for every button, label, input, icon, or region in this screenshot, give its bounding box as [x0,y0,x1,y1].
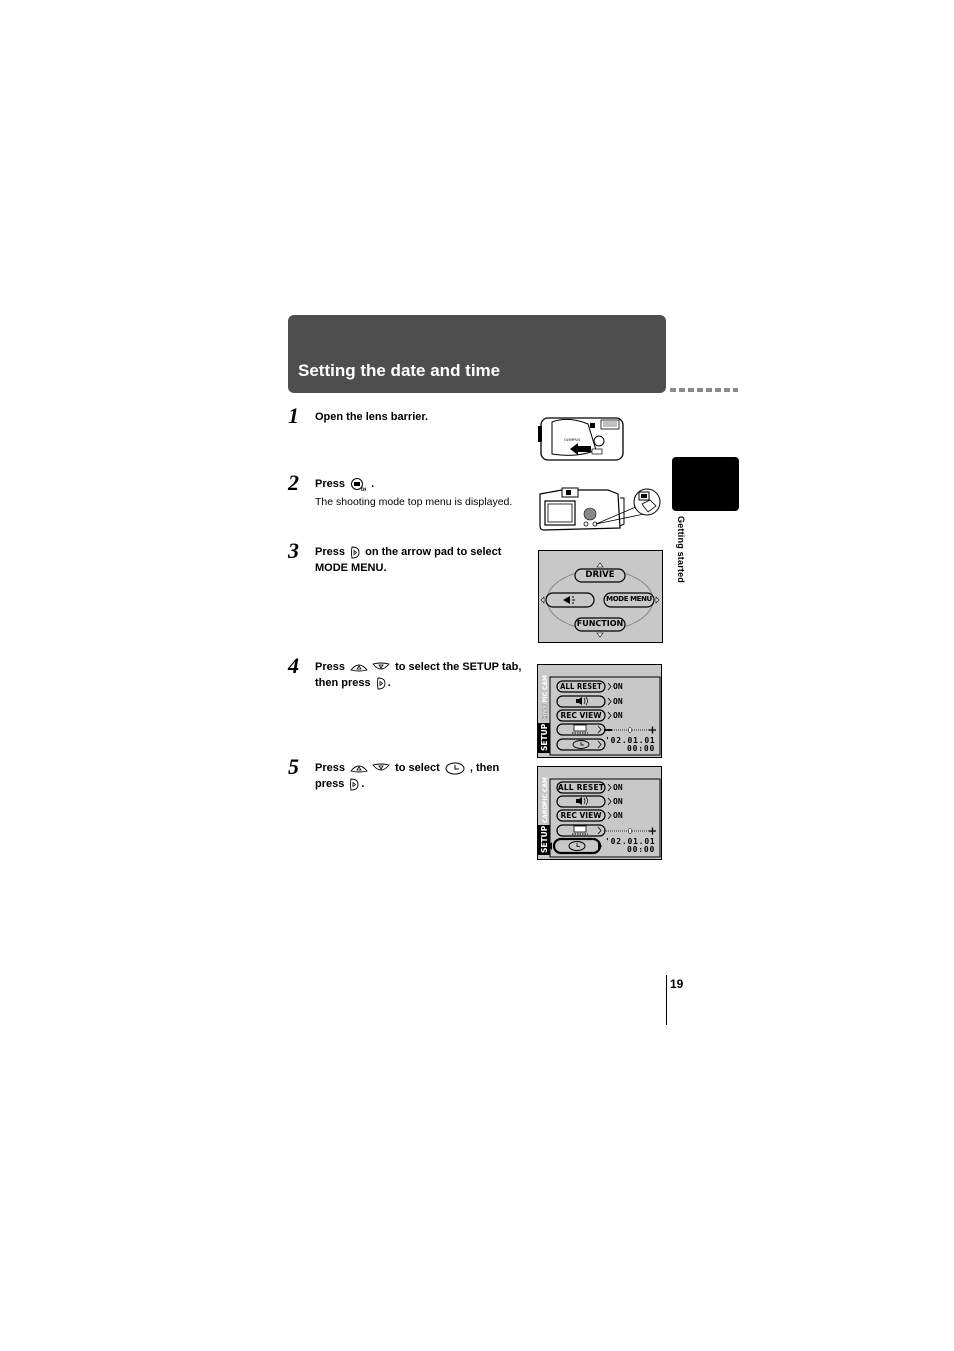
monitor-button-icon: OK [351,478,366,491]
step-text-before: Press [315,661,345,673]
arrow-right-indicator [655,596,660,604]
svg-text:SETUP: SETUP [540,723,549,751]
step-text-before: Press [315,546,345,558]
row-sound-value: ON [613,797,623,806]
row-rec-view-label: REC VIEW [560,811,602,820]
svg-text:CAM: CAM [542,675,549,690]
arrow-right-button-icon [350,778,359,791]
svg-text:PIC: PIC [542,691,549,703]
step-text-after: . [387,677,391,689]
step-number: 1 [288,403,299,428]
row-clock-time: 00:00 [627,845,656,854]
function-label: FUNCTION [576,619,624,628]
arrow-right-button-icon [376,677,386,690]
chapter-tab [672,457,739,511]
step-text-before: Press [315,762,345,774]
svg-text:CARD: CARD [542,702,549,721]
step-text-middle: to select the SETUP tab, then press [315,661,522,689]
step-text-after: . [371,478,375,490]
step-text-middle: to select [395,762,440,774]
arrow-right-button-icon [351,546,360,559]
chapter-label: Getting started [676,516,686,584]
svg-text:OLYMPUS: OLYMPUS [564,438,581,442]
arrow-up-button-icon [350,664,368,672]
page-number: 19 [670,977,684,991]
step-text-after: . [361,778,365,790]
step-text: Open the lens barrier. [315,411,429,423]
setup-menu-screen-step4: SETUP CARD PIC CAM ALL RESET ON ON REC V… [537,664,662,758]
svg-text:PIC: PIC [542,793,549,805]
step-text-before: Press [315,478,345,490]
drive-label: DRIVE [585,570,615,580]
step-text: Press on the arrow pad to select MODE ME… [315,544,530,576]
setup-menu-screen-step5: SETUP CARD PIC CAM ALL RESET ON ON REC V… [537,766,662,860]
speaker-icon [576,699,579,703]
speaker-icon [576,799,579,803]
monitor-brightness-icon [573,825,587,833]
camera-back-illustration [539,487,661,531]
row-rec-view-label: REC VIEW [560,711,602,720]
step-number: 4 [288,653,299,678]
camera-front-illustration: OLYMPUS [538,417,624,461]
row-clock-time: 00:00 [627,744,656,753]
page-title: Setting the date and time [298,361,501,380]
svg-text:SETUP: SETUP [540,825,549,853]
step-subtext: The shooting mode top menu is displayed. [315,496,513,508]
monitor-brightness-icon [573,724,587,732]
step-text: Press to select the SETUP tab, then pres… [315,659,530,691]
section-header: Setting the date and time [288,315,666,393]
arrow-down-indicator [596,632,604,638]
step-number: 2 [288,470,299,495]
row-all-reset-value: ON [613,783,623,792]
svg-text:CAM: CAM [542,777,549,792]
row-all-reset-label: ALL RESET [560,682,602,691]
row-all-reset-value: ON [613,682,623,691]
arrow-up-button-icon [350,765,368,773]
dotted-divider [670,388,738,392]
clock-icon [445,762,465,775]
step-text: Press OK . [315,476,530,492]
row-all-reset-label: ALL RESET [557,783,605,792]
page-number-rule [666,975,667,1025]
top-menu-screen: DRIVE MODE MENU FUNCTION [538,550,663,643]
arrow-left-indicator [540,596,545,604]
mode-menu-label: MODE MENU [606,595,652,603]
svg-text:OK: OK [361,487,366,491]
arrow-down-button-icon [372,662,390,670]
row-rec-view-value: ON [613,811,623,820]
arrow-down-button-icon [372,763,390,771]
step-text: Press to select , then press . [315,760,530,792]
row-rec-view-value: ON [613,711,623,720]
row-sound-value: ON [613,697,623,706]
step-number: 3 [288,538,299,563]
svg-text:CARD: CARD [542,804,549,823]
step-number: 5 [288,754,299,779]
arrow-up-indicator [596,562,604,568]
